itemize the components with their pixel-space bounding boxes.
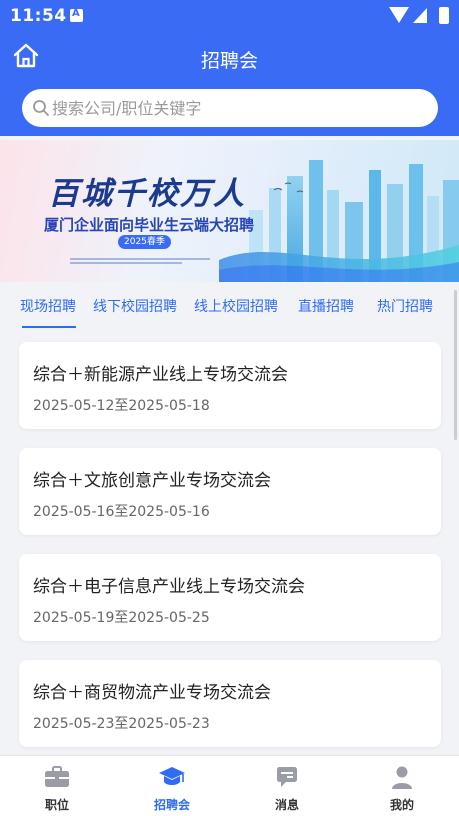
city-skyline-illustration [219,160,459,282]
list-item[interactable]: 综合＋文旅创意产业专场交流会 2025-05-16至2025-05-16 [19,448,441,535]
tab-onsite[interactable]: 现场招聘 [20,296,76,316]
nav-label: 招聘会 [153,798,190,812]
fair-title: 综合＋商贸物流产业专场交流会 [33,683,271,703]
banner-fine-print [70,256,210,266]
person-icon [392,766,412,789]
list-item[interactable]: 综合＋商贸物流产业专场交流会 2025-05-23至2025-05-23 [19,660,441,747]
list-item[interactable]: 综合＋电子信息产业线上专场交流会 2025-05-19至2025-05-25 [19,554,441,641]
notification-app-icon [70,8,83,22]
category-tabs: 现场招聘 线下校园招聘 线上校园招聘 直播招聘 热门招聘 [0,292,459,332]
bottom-nav: 职位 招聘会 消息 我的 [0,755,459,816]
fair-title: 综合＋新能源产业线上专场交流会 [33,365,288,385]
nav-label: 消息 [274,798,299,812]
app-root: 11:54 招聘会 [0,0,459,816]
search-bar[interactable] [22,89,438,127]
nav-label: 我的 [389,798,414,812]
active-tab-indicator [22,326,76,328]
status-bar: 11:54 [0,0,459,32]
status-time: 11:54 [10,6,67,26]
fair-title: 综合＋文旅创意产业专场交流会 [33,471,271,491]
nav-profile[interactable]: 我的 [345,756,459,816]
tab-popular[interactable]: 热门招聘 [377,296,433,316]
promo-banner[interactable]: 百城千校万人 厦门企业面向毕业生云端大招聘 2025春季 [0,140,459,282]
nav-messages[interactable]: 消息 [230,756,344,816]
banner-season: 2025春季 [118,235,171,249]
page-title: 招聘会 [200,50,258,72]
tab-livestream[interactable]: 直播招聘 [298,296,354,316]
nav-label: 职位 [44,798,69,812]
tab-online-campus[interactable]: 线上校园招聘 [194,296,278,316]
battery-icon [439,7,449,24]
message-icon [277,767,297,787]
graduation-cap-icon [159,767,185,785]
fair-date: 2025-05-12至2025-05-18 [33,398,210,414]
tab-offline-campus[interactable]: 线下校园招聘 [93,296,177,316]
wifi-icon [389,7,409,23]
search-icon [33,100,49,116]
nav-job-fairs[interactable]: 招聘会 [115,756,229,816]
fair-title: 综合＋电子信息产业线上专场交流会 [33,577,305,597]
search-input[interactable] [52,89,422,127]
scrollbar[interactable] [454,290,457,440]
fair-date: 2025-05-16至2025-05-16 [33,504,210,520]
banner-subtitle: 厦门企业面向毕业生云端大招聘 [44,216,255,234]
header-bar: 招聘会 [0,32,459,82]
banner-title: 百城千校万人 [48,176,246,212]
nav-jobs[interactable]: 职位 [0,756,114,816]
signal-icon [413,8,427,23]
briefcase-icon [45,766,69,787]
list-item[interactable]: 综合＋新能源产业线上专场交流会 2025-05-12至2025-05-18 [19,342,441,429]
fair-date: 2025-05-19至2025-05-25 [33,610,210,626]
fair-date: 2025-05-23至2025-05-23 [33,716,210,732]
